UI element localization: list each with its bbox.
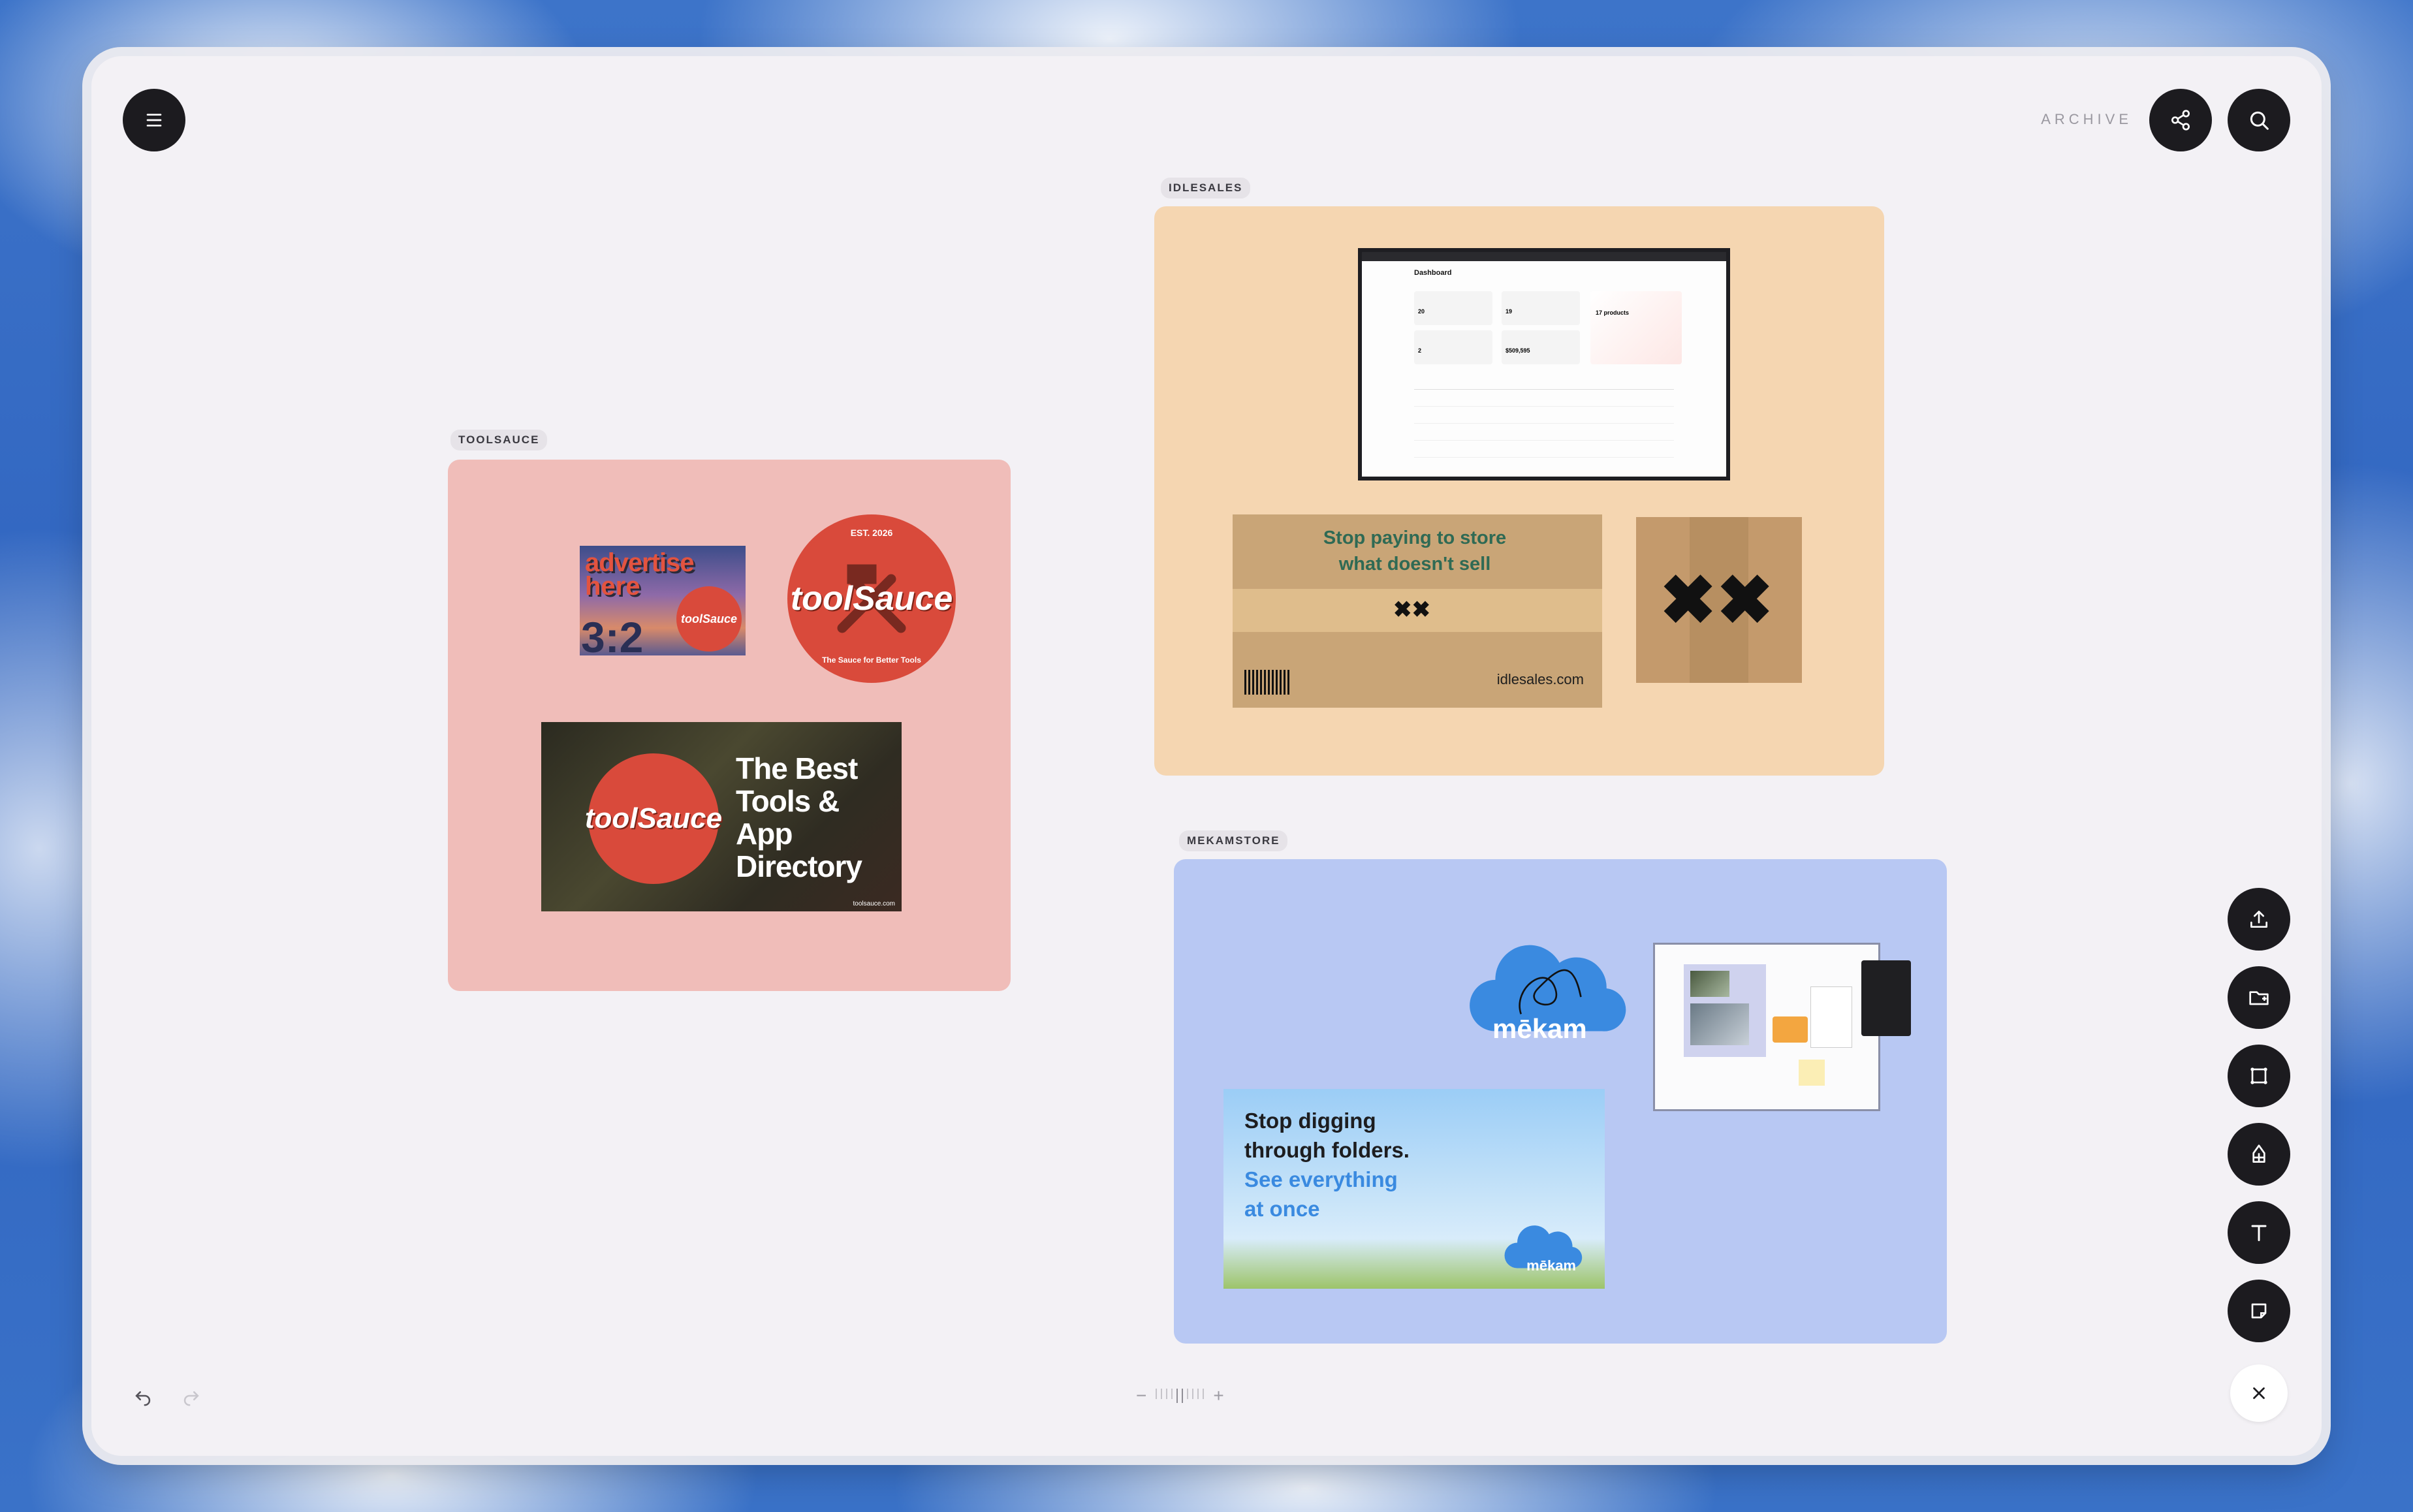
redo-icon: [183, 1391, 199, 1406]
close-icon: [2253, 1387, 2265, 1399]
frame-icon: [2250, 1067, 2267, 1084]
dashboard-title: Dashboard: [1414, 269, 1452, 277]
advertise-card[interactable]: advertise here 3:2 toolSauce: [580, 546, 746, 655]
mekam-ad-line3: See everything: [1244, 1167, 1398, 1191]
dashboard-screenshot[interactable]: Dashboard 20 19 2 $509,595 17 products: [1358, 248, 1730, 480]
banner-line2: Tools &: [736, 784, 840, 818]
folder-plus-icon: [2249, 991, 2269, 1005]
text-icon: [2251, 1225, 2267, 1242]
banner-line1: The Best: [736, 751, 858, 785]
mekam-ad-line4: at once: [1244, 1197, 1320, 1221]
box-ad-x-marks: ✖✖: [1393, 597, 1430, 622]
share-button[interactable]: [2149, 89, 2212, 151]
upload-button[interactable]: [2228, 888, 2290, 951]
text-tool-button[interactable]: [2228, 1201, 2290, 1264]
menu-button[interactable]: [123, 89, 185, 151]
upload-icon: [2250, 911, 2267, 928]
board-mekamstore[interactable]: mēkam Stop digging through folders. See …: [1174, 859, 1947, 1344]
mekam-ad-banner[interactable]: Stop digging through folders. See everyt…: [1223, 1089, 1605, 1289]
pen-nib-icon: [2252, 1144, 2265, 1163]
redo-button[interactable]: [180, 1385, 202, 1413]
stat-3: 2: [1418, 347, 1422, 354]
zoom-slider[interactable]: [1156, 1389, 1205, 1403]
zoom-out-icon[interactable]: −: [1136, 1385, 1146, 1406]
search-icon: [2250, 111, 2269, 130]
ad-badge-mini: toolSauce: [676, 586, 742, 652]
board-toolsauce[interactable]: advertise here 3:2 toolSauce EST. 2026 t…: [448, 460, 1011, 991]
zoom-in-icon[interactable]: +: [1213, 1385, 1223, 1406]
board-tag-toolsauce[interactable]: TOOLSAUCE: [450, 430, 548, 450]
mekam-logo[interactable]: mēkam: [1461, 936, 1632, 1044]
undo-icon: [135, 1391, 151, 1406]
ad-line2: here: [585, 572, 640, 601]
banner-badge: toolSauce: [585, 753, 722, 884]
badge-tagline: The Sauce for Better Tools: [822, 655, 921, 665]
toolsauce-badge[interactable]: EST. 2026 toolSauce The Sauce for Better…: [790, 518, 953, 679]
add-folder-button[interactable]: [2228, 966, 2290, 1029]
badge-est: EST. 2026: [850, 528, 893, 538]
frame-tool-button[interactable]: [2228, 1045, 2290, 1107]
board-tag-mekamstore[interactable]: MEKAMSTORE: [1179, 830, 1288, 851]
sticky-note-icon: [2251, 1303, 2267, 1319]
mekam-ad-line1: Stop digging: [1244, 1109, 1376, 1133]
banner-url: toolsauce.com: [853, 900, 895, 907]
mekam-ad-logo: mēkam: [1526, 1257, 1576, 1274]
mekam-ad-line2: through folders.: [1244, 1138, 1410, 1162]
share-icon: [2171, 110, 2190, 131]
pen-tool-button[interactable]: [2228, 1123, 2290, 1186]
board-tag-idlesales[interactable]: IDLESALES: [1161, 178, 1251, 198]
board-idlesales[interactable]: Dashboard 20 19 2 $509,595 17 products S…: [1154, 206, 1884, 776]
hamburger-icon: [146, 114, 162, 127]
app-window: ARCHIVE TOOLSAUCE advertise here 3:2 too…: [91, 56, 2322, 1456]
banner-line4: Directory: [736, 849, 862, 883]
stat-1: 20: [1418, 308, 1425, 315]
promo-title: 17 products: [1596, 309, 1630, 316]
badge-name: toolSauce: [790, 580, 953, 618]
directory-banner[interactable]: toolSauce The Best Tools & App Directory…: [541, 722, 902, 911]
box-ad-url: idlesales.com: [1496, 671, 1584, 687]
close-button[interactable]: [2230, 1364, 2288, 1422]
banner-line3: App: [736, 817, 793, 851]
mekam-app-screenshot[interactable]: [1653, 943, 1911, 1111]
mekam-logo-text: mēkam: [1492, 1013, 1587, 1044]
box-icon[interactable]: ✖✖: [1636, 517, 1802, 683]
search-button[interactable]: [2228, 89, 2290, 151]
zoom-control[interactable]: − +: [1136, 1385, 1224, 1406]
sticky-note-button[interactable]: [2228, 1280, 2290, 1342]
stat-4: $509,595: [1506, 347, 1530, 354]
stat-2: 19: [1506, 308, 1513, 315]
barcode-icon: [1244, 670, 1290, 695]
undo-button[interactable]: [132, 1385, 154, 1413]
box-ad[interactable]: Stop paying to store what doesn't sell ✖…: [1233, 514, 1602, 708]
box-ad-line2: what doesn't sell: [1338, 554, 1491, 575]
box-ad-line1: Stop paying to store: [1323, 528, 1507, 548]
archive-link[interactable]: ARCHIVE: [2041, 111, 2132, 128]
ad-ratio: 3:2: [581, 613, 644, 655]
